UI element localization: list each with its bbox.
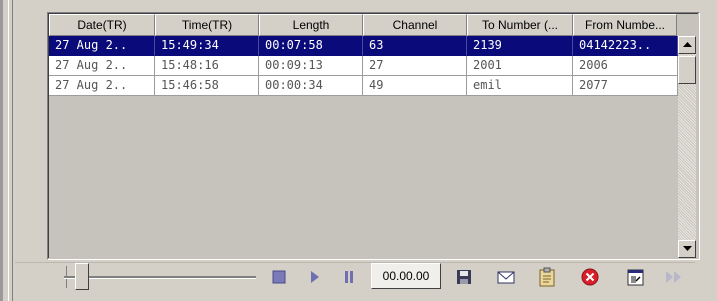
save-icon [457,270,471,284]
export-button[interactable] [624,265,646,289]
playback-slider[interactable] [64,276,256,279]
column-header-channel[interactable]: Channel [363,14,467,36]
cell-to-number: emil [467,76,573,96]
cell-to-number: 2001 [467,56,573,76]
scroll-down-button[interactable] [678,240,696,258]
cell-time: 15:49:34 [155,36,259,56]
export-icon [627,269,643,285]
save-button[interactable] [453,265,475,289]
cell-length: 00:07:58 [259,36,363,56]
grid-rows: 27 Aug 2.. 15:49:34 00:07:58 63 2139 041… [49,36,678,96]
left-border-shadow [12,0,13,301]
toolbar-separator [15,262,695,263]
cell-time: 15:46:58 [155,76,259,96]
table-row[interactable]: 27 Aug 2.. 15:49:34 00:07:58 63 2139 041… [49,36,678,56]
email-button[interactable] [495,265,517,289]
stop-icon [272,270,286,284]
cell-channel: 27 [363,56,467,76]
close-icon [581,268,599,286]
fast-forward-button[interactable] [662,265,686,289]
playback-slider-thumb[interactable] [75,263,89,290]
vertical-scrollbar[interactable] [678,36,696,258]
scroll-up-button[interactable] [678,36,696,54]
left-border-highlight [8,0,9,301]
mail-icon [497,271,515,284]
arrow-up-icon [682,42,692,47]
time-display: 00.00.00 [371,263,441,289]
pause-icon [345,271,353,283]
clipboard-icon [539,267,555,287]
column-header-date[interactable]: Date(TR) [49,14,155,36]
cell-channel: 49 [363,76,467,96]
pause-button[interactable] [340,265,358,289]
column-header-length[interactable]: Length [259,14,363,36]
grid-header: Date(TR) Time(TR) Length Channel To Numb… [49,14,677,36]
arrow-down-icon [682,246,692,251]
cell-length: 00:09:13 [259,56,363,76]
cell-length: 00:00:34 [259,76,363,96]
cell-from-number: 2077 [573,76,678,96]
cell-date: 27 Aug 2.. [49,76,155,96]
fast-forward-icon [666,271,681,283]
table-row[interactable]: 27 Aug 2.. 15:46:58 00:00:34 49 emil 207… [49,76,678,96]
column-header-time[interactable]: Time(TR) [155,14,259,36]
left-border [0,0,3,301]
cell-from-number: 2006 [573,56,678,76]
scroll-thumb[interactable] [678,56,696,84]
cell-to-number: 2139 [467,36,573,56]
cell-date: 27 Aug 2.. [49,56,155,76]
cell-channel: 63 [363,36,467,56]
play-icon [311,271,319,283]
stop-button[interactable] [268,265,290,289]
play-button[interactable] [306,265,324,289]
cell-from-number: 04142223.. [573,36,678,56]
cell-time: 15:48:16 [155,56,259,76]
column-header-from-number[interactable]: From Numbe... [573,14,677,36]
calls-grid[interactable]: Date(TR) Time(TR) Length Channel To Numb… [47,12,700,260]
cell-date: 27 Aug 2.. [49,36,155,56]
column-header-to-number[interactable]: To Number (... [467,14,573,36]
clipboard-button[interactable] [535,265,559,289]
delete-button[interactable] [579,265,601,289]
table-row[interactable]: 27 Aug 2.. 15:48:16 00:09:13 27 2001 200… [49,56,678,76]
